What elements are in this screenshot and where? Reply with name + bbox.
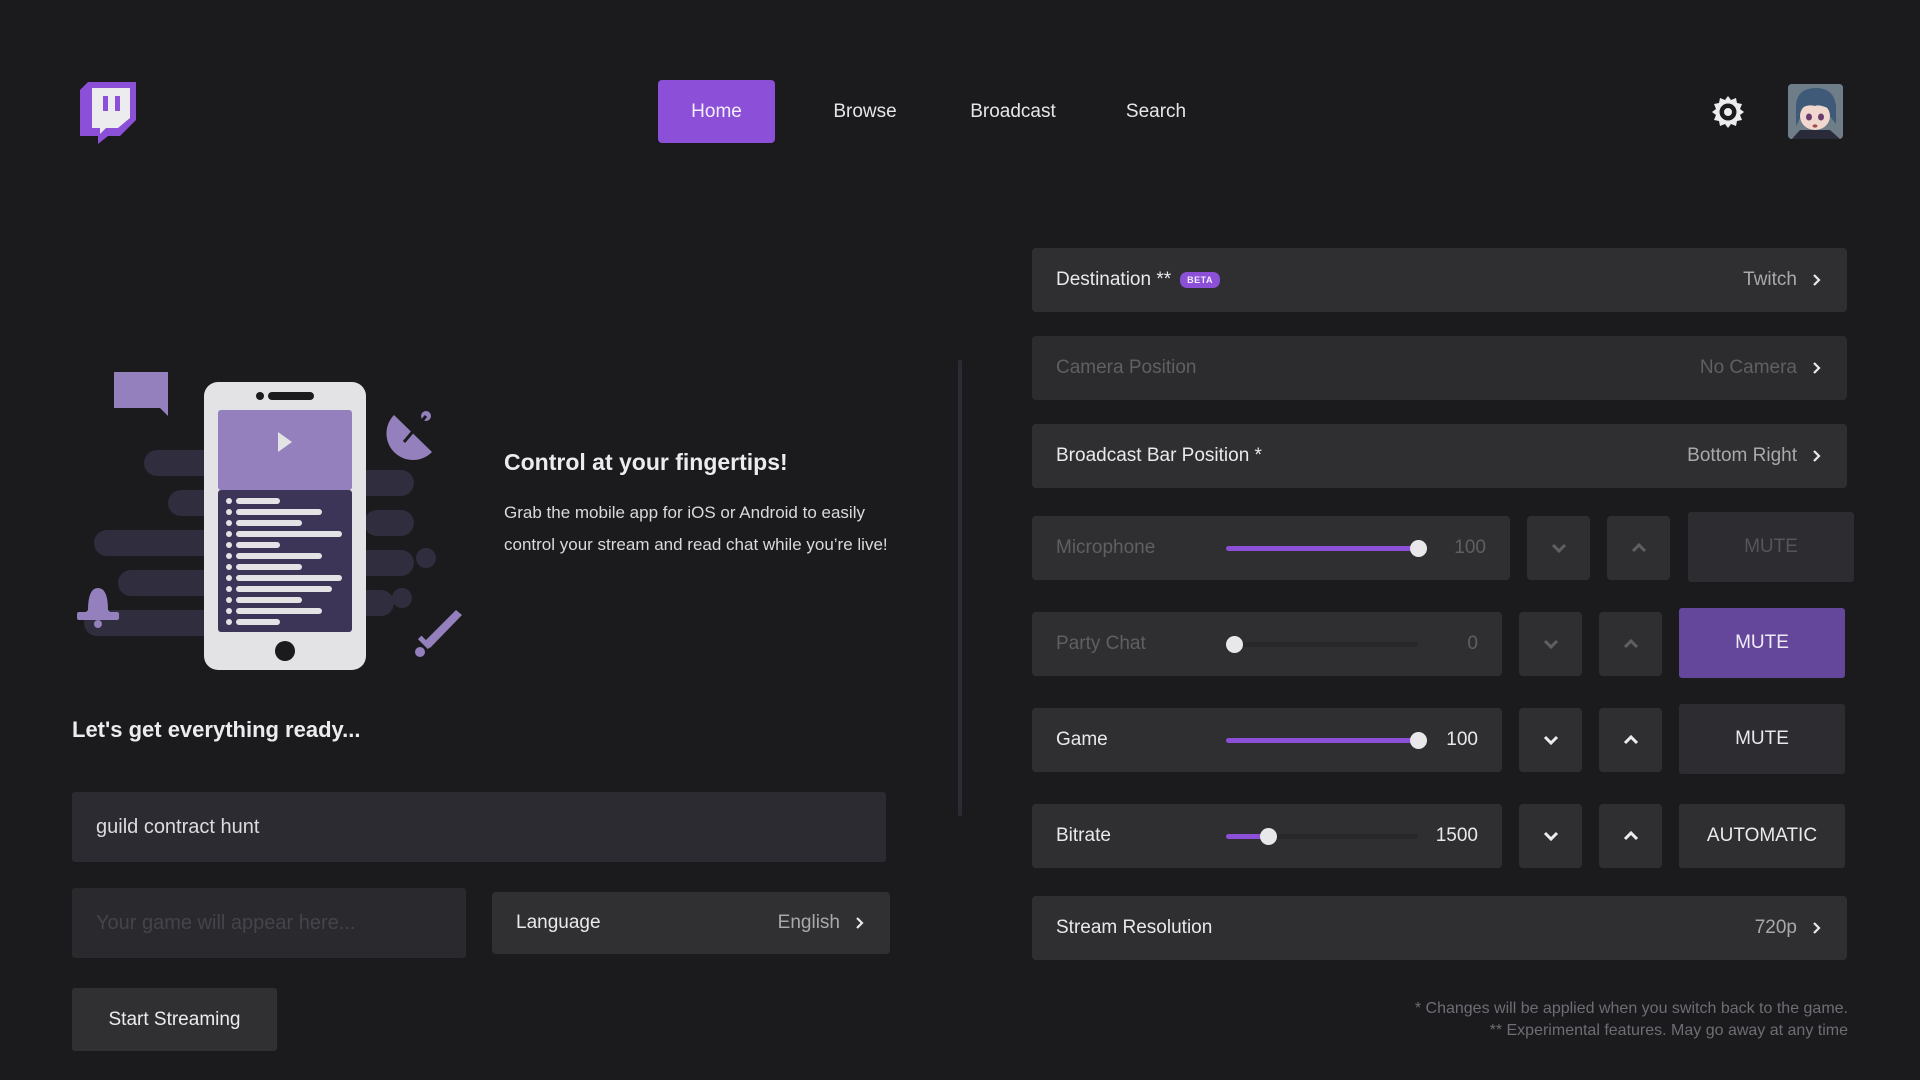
party-chat-row: Party Chat 0 bbox=[1032, 612, 1502, 676]
bitrate-slider-thumb[interactable] bbox=[1260, 827, 1278, 845]
party-chat-decrease-button[interactable] bbox=[1519, 612, 1582, 676]
microphone-decrease-button[interactable] bbox=[1527, 516, 1590, 580]
mobile-app-illustration bbox=[77, 372, 462, 670]
bitrate-label: Bitrate bbox=[1056, 825, 1111, 846]
chat-bubble-icon bbox=[114, 372, 168, 416]
promo-title: Control at your fingertips! bbox=[504, 449, 788, 475]
language-selector[interactable]: Language English bbox=[492, 892, 890, 954]
bitrate-increase-button[interactable] bbox=[1599, 804, 1662, 868]
nav-browse[interactable]: Browse bbox=[805, 80, 925, 143]
camera-position-value: No Camera bbox=[1699, 357, 1797, 378]
camera-position-label: Camera Position bbox=[1056, 357, 1197, 378]
promo-body: Grab the mobile app for iOS or Android t… bbox=[504, 503, 888, 554]
main-nav: Home Browse Broadcast Search bbox=[658, 80, 1211, 143]
twitch-logo-icon[interactable] bbox=[80, 82, 136, 144]
bitrate-automatic-button[interactable]: AUTOMATIC bbox=[1679, 804, 1845, 868]
destination-value: Twitch bbox=[1743, 269, 1797, 290]
phone-icon bbox=[204, 382, 366, 670]
microphone-row: Microphone 100 bbox=[1032, 516, 1510, 580]
footnotes: * Changes will be applied when you switc… bbox=[1415, 998, 1848, 1042]
broadcast-bar-position-value: Bottom Right bbox=[1687, 445, 1797, 466]
beta-badge: BETA bbox=[1180, 271, 1220, 288]
bitrate-value: 1500 bbox=[1435, 825, 1478, 846]
game-input[interactable] bbox=[72, 888, 466, 958]
satellite-dish-icon bbox=[386, 411, 432, 461]
nav-home[interactable]: Home bbox=[658, 80, 775, 143]
stream-resolution-value: 720p bbox=[1754, 917, 1797, 938]
destination-row[interactable]: Destination ** BETA Twitch bbox=[1032, 248, 1847, 312]
broadcast-bar-position-row[interactable]: Broadcast Bar Position * Bottom Right bbox=[1032, 424, 1847, 488]
game-volume-increase-button[interactable] bbox=[1599, 708, 1662, 772]
chevron-right-icon bbox=[1813, 274, 1821, 286]
party-chat-mute-button[interactable]: MUTE bbox=[1679, 608, 1845, 678]
start-streaming-button[interactable]: Start Streaming bbox=[72, 988, 277, 1051]
camera-position-row[interactable]: Camera Position No Camera bbox=[1032, 336, 1847, 400]
nav-search[interactable]: Search bbox=[1101, 80, 1211, 143]
broadcast-home: Home Browse Broadcast Search Control at … bbox=[0, 0, 1920, 1080]
game-volume-slider-fill bbox=[1226, 737, 1418, 743]
avatar-image-icon bbox=[1788, 84, 1843, 139]
destination-label-text: Destination ** bbox=[1056, 269, 1172, 290]
footnote-changes: * Changes will be applied when you switc… bbox=[1414, 1000, 1848, 1017]
game-mute-button[interactable]: MUTE bbox=[1679, 704, 1845, 774]
microphone-slider[interactable] bbox=[1226, 539, 1427, 557]
language-value: English bbox=[777, 912, 840, 933]
stream-resolution-row[interactable]: Stream Resolution 720p bbox=[1032, 896, 1847, 960]
microphone-slider-fill bbox=[1226, 545, 1418, 551]
chevron-right-icon bbox=[1813, 922, 1821, 934]
game-volume-slider[interactable] bbox=[1226, 731, 1427, 749]
chevron-down-icon bbox=[1543, 639, 1558, 650]
party-chat-slider-thumb[interactable] bbox=[1225, 635, 1243, 653]
gear-icon[interactable] bbox=[1710, 94, 1746, 130]
microphone-slider-thumb[interactable] bbox=[1410, 539, 1427, 557]
setup-heading: Let's get everything ready... bbox=[72, 717, 361, 742]
microphone-increase-button[interactable] bbox=[1607, 516, 1670, 580]
party-chat-label: Party Chat bbox=[1056, 633, 1146, 654]
stream-resolution-label: Stream Resolution bbox=[1056, 917, 1213, 938]
chevron-up-icon bbox=[1623, 830, 1638, 841]
chevron-up-icon bbox=[1631, 542, 1646, 553]
user-avatar[interactable] bbox=[1788, 84, 1843, 139]
broadcast-bar-position-label: Broadcast Bar Position * bbox=[1056, 445, 1262, 466]
chevron-up-icon bbox=[1623, 638, 1638, 649]
microphone-mute-button[interactable]: MUTE bbox=[1688, 512, 1854, 582]
chevron-down-icon bbox=[1543, 735, 1558, 746]
chevron-down-icon bbox=[1543, 831, 1558, 842]
home-button-icon bbox=[275, 641, 295, 661]
language-label: Language bbox=[516, 912, 601, 933]
bitrate-decrease-button[interactable] bbox=[1519, 804, 1582, 868]
chevron-right-icon bbox=[1813, 362, 1821, 374]
destination-label: Destination ** BETA bbox=[1056, 269, 1220, 291]
nav-broadcast[interactable]: Broadcast bbox=[943, 80, 1083, 143]
chevron-down-icon bbox=[1551, 543, 1566, 554]
game-volume-label: Game bbox=[1056, 729, 1108, 750]
sword-icon bbox=[415, 610, 462, 657]
game-volume-slider-thumb[interactable] bbox=[1410, 731, 1427, 749]
game-volume-decrease-button[interactable] bbox=[1519, 708, 1582, 772]
chevron-right-icon bbox=[856, 917, 864, 929]
game-volume-value: 100 bbox=[1446, 729, 1478, 750]
game-volume-row: Game 100 bbox=[1032, 708, 1502, 772]
footnote-experimental: ** Experimental features. May go away at… bbox=[1489, 1022, 1848, 1039]
chevron-right-icon bbox=[1813, 450, 1821, 462]
chevron-up-icon bbox=[1623, 734, 1638, 745]
party-chat-increase-button[interactable] bbox=[1599, 612, 1662, 676]
bitrate-slider[interactable] bbox=[1226, 827, 1418, 845]
microphone-label: Microphone bbox=[1056, 537, 1156, 558]
bitrate-row: Bitrate 1500 bbox=[1032, 804, 1502, 868]
party-chat-slider[interactable] bbox=[1225, 635, 1418, 653]
panel-divider bbox=[958, 360, 962, 816]
microphone-value: 100 bbox=[1454, 537, 1486, 558]
party-chat-value: 0 bbox=[1467, 633, 1478, 654]
stream-title-input[interactable] bbox=[72, 792, 886, 862]
